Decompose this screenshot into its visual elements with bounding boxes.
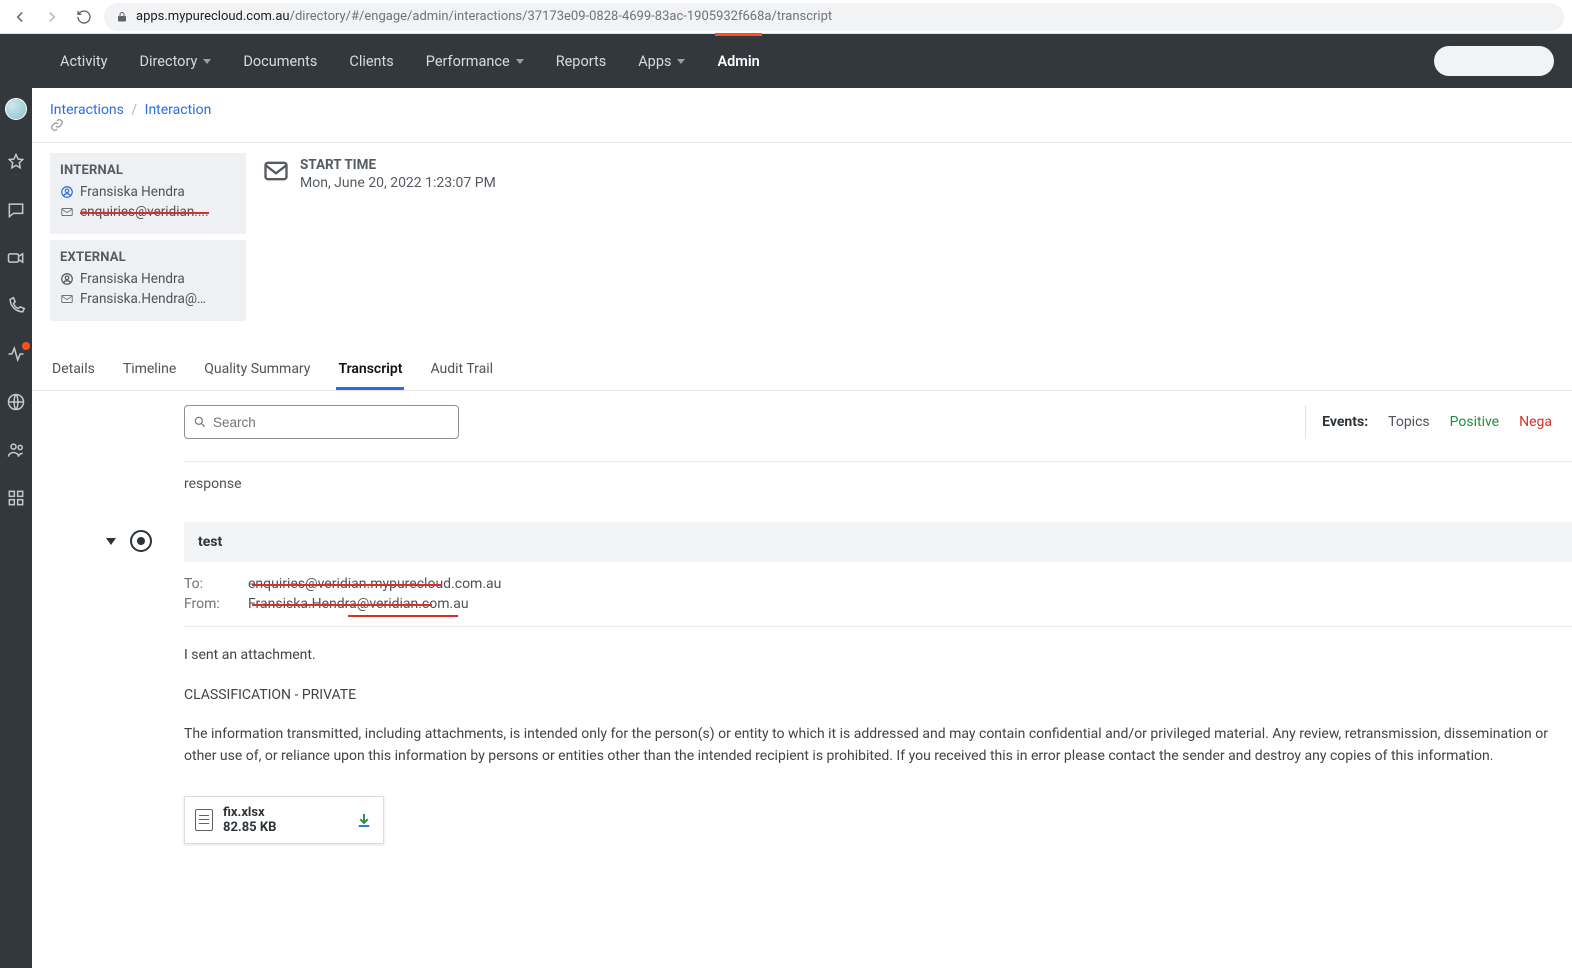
external-email: Fransiska.Hendra@… (80, 291, 206, 307)
tab-timeline[interactable]: Timeline (121, 351, 178, 390)
annotation-highlight (364, 828, 504, 844)
start-time: START TIME Mon, June 20, 2022 1:23:07 PM (256, 153, 496, 321)
favorites-icon[interactable] (6, 152, 26, 172)
internal-email: enquiries@veridian.... (80, 204, 209, 220)
external-party-card: EXTERNAL Fransiska Hendra Fransiska.Hend… (50, 240, 246, 321)
from-label: From: (184, 596, 224, 612)
url-host: apps.mypurecloud.com.au (136, 9, 290, 24)
url-path: /directory/#/engage/admin/interactions/3… (290, 9, 833, 24)
attachment-chip[interactable]: fix.xlsx 82.85 KB (184, 796, 384, 844)
filter-positive[interactable]: Positive (1450, 414, 1499, 430)
nav-directory[interactable]: Directory (123, 34, 227, 88)
collapse-toggle-icon[interactable] (106, 538, 116, 545)
browser-forward-button[interactable] (40, 5, 64, 29)
filter-negative[interactable]: Nega (1519, 414, 1552, 430)
search-icon (193, 415, 207, 429)
browser-reload-button[interactable] (72, 5, 96, 29)
to-label: To: (184, 576, 224, 592)
download-icon[interactable] (355, 811, 373, 829)
start-time-value: Mon, June 20, 2022 1:23:07 PM (300, 175, 496, 191)
email-subject: test (184, 522, 1572, 562)
browser-toolbar: apps.mypurecloud.com.au/directory/#/enga… (0, 0, 1572, 34)
caret-down-icon (677, 59, 685, 64)
attachment-size: 82.85 KB (223, 820, 276, 835)
tab-audit-trail[interactable]: Audit Trail (428, 351, 495, 390)
address-bar[interactable]: apps.mypurecloud.com.au/directory/#/enga… (104, 3, 1564, 31)
notification-dot-icon (22, 342, 30, 350)
tab-transcript[interactable]: Transcript (336, 351, 404, 390)
lock-icon (116, 11, 128, 23)
left-rail (0, 88, 32, 968)
nav-search[interactable] (1434, 46, 1554, 76)
globe-icon[interactable] (6, 392, 26, 412)
breadcrumb: Interactions / Interaction (32, 88, 1572, 143)
chat-icon[interactable] (6, 200, 26, 220)
nav-apps[interactable]: Apps (622, 34, 701, 88)
envelope-icon (262, 157, 290, 185)
transcript-prev-body: response (184, 476, 1572, 492)
nav-clients[interactable]: Clients (333, 34, 409, 88)
internal-label: INTERNAL (60, 163, 236, 178)
events-filter-bar: Events: Topics Positive Nega (1305, 405, 1572, 439)
internal-name: Fransiska Hendra (80, 184, 185, 200)
external-label: EXTERNAL (60, 250, 236, 265)
contact-icon (60, 272, 74, 286)
attachment-name: fix.xlsx (223, 805, 276, 820)
search-input[interactable] (213, 415, 450, 430)
transcript-search[interactable] (184, 405, 459, 439)
email-icon (60, 292, 74, 306)
file-icon (195, 809, 213, 831)
events-label: Events: (1322, 414, 1368, 430)
main-nav: Activity Directory Documents Clients Per… (0, 34, 1572, 88)
nav-activity[interactable]: Activity (44, 34, 123, 88)
tab-quality-summary[interactable]: Quality Summary (202, 351, 312, 390)
browser-back-button[interactable] (8, 5, 32, 29)
sender-avatar-icon (130, 530, 152, 552)
video-icon[interactable] (6, 248, 26, 268)
caret-down-icon (516, 59, 524, 64)
phone-icon[interactable] (6, 296, 26, 316)
breadcrumb-interactions[interactable]: Interactions (50, 102, 124, 118)
start-time-label: START TIME (300, 157, 496, 173)
email-body: I sent an attachment. CLASSIFICATION - P… (184, 645, 1572, 768)
interaction-tabs: Details Timeline Quality Summary Transcr… (32, 321, 1572, 391)
caret-down-icon (203, 59, 211, 64)
people-icon[interactable] (6, 440, 26, 460)
agent-icon (60, 185, 74, 199)
user-avatar[interactable] (5, 98, 27, 120)
apps-grid-icon[interactable] (6, 488, 26, 508)
nav-documents[interactable]: Documents (227, 34, 333, 88)
tab-details[interactable]: Details (50, 351, 97, 390)
nav-reports[interactable]: Reports (540, 34, 623, 88)
breadcrumb-interaction[interactable]: Interaction (145, 102, 212, 118)
filter-topics[interactable]: Topics (1388, 414, 1429, 430)
permalink-icon[interactable] (50, 118, 1554, 132)
nav-performance[interactable]: Performance (410, 34, 540, 88)
nav-admin[interactable]: Admin (701, 34, 775, 88)
email-metadata: To: enquiries@veridian.mypurecloud.com.a… (184, 576, 1572, 612)
from-value: Fransiska.Hendra@veridian.com.au (248, 596, 469, 612)
to-value: enquiries@veridian.mypurecloud.com.au (248, 576, 501, 592)
interactions-icon[interactable] (6, 344, 26, 364)
internal-party-card: INTERNAL Fransiska Hendra enquiries@veri… (50, 153, 246, 234)
email-icon (60, 205, 74, 219)
external-name: Fransiska Hendra (80, 271, 185, 287)
